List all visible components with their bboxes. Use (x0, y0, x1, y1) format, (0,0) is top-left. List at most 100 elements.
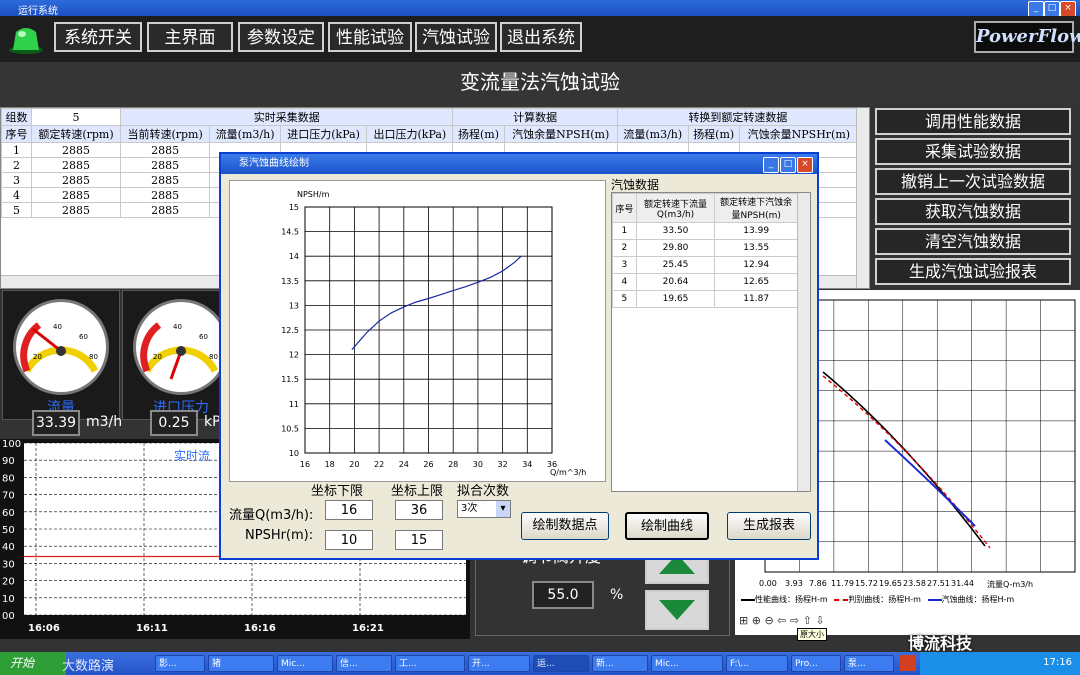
pan-left-icon[interactable]: ⇦ (777, 614, 786, 627)
dialog-title-bar: 泵汽蚀曲线绘制 _ □ × (221, 154, 817, 174)
fit-order-select[interactable]: 3次 ▾ (457, 500, 511, 518)
taskbar-item[interactable]: Mic... (651, 655, 723, 672)
x-tick-label: 26 (423, 460, 433, 469)
minimize-icon[interactable]: _ (1028, 1, 1044, 17)
trend-y-tick: 50 (2, 525, 15, 536)
menu-parameters[interactable]: 参数设定 (238, 22, 324, 52)
watermark-right: 博流科技 (908, 634, 973, 653)
trend-y-tick: 70 (2, 491, 15, 502)
x-tick-label: 30 (473, 460, 483, 469)
dialog-close-icon[interactable]: × (797, 157, 813, 173)
table-row[interactable]: 1 33.50 13.99 (612, 222, 798, 240)
taskbar-item[interactable]: 开... (468, 655, 530, 672)
npsh-plot: 16 18 20 22 24 26 28 30 32 34 361514.51413.51312.5… (281, 190, 586, 477)
flow-min-input[interactable]: 16 (325, 500, 373, 520)
taskbar-item[interactable]: 影... (155, 655, 205, 672)
cell: 2885 (120, 202, 211, 218)
menu-exit[interactable]: 退出系统 (500, 22, 582, 52)
trend-y-tick: 90 (2, 456, 15, 467)
pan-right-icon[interactable]: ⇨ (790, 614, 799, 627)
pan-up-icon[interactable]: ⇧ (803, 614, 812, 627)
x-axis-label: Q/m^3/h (550, 468, 586, 477)
undo-last-test-button[interactable]: 撤销上一次试验数据 (875, 168, 1071, 195)
chevron-down-icon[interactable]: ▾ (496, 501, 510, 517)
y-tick-label: 15 (289, 203, 299, 212)
cavitation-table-scrollbar[interactable] (797, 193, 810, 491)
y-tick-label: 11.5 (281, 375, 299, 384)
cavitation-data-table[interactable]: 序号 额定转速下流量Q(m3/h) 额定转速下汽蚀余量NPSH(m) 1 33.5… (611, 192, 811, 492)
dialog-maximize-icon[interactable]: □ (780, 157, 796, 173)
cell: 2885 (30, 172, 122, 188)
load-performance-data-button[interactable]: 调用性能数据 (875, 108, 1071, 135)
cell: 12.65 (714, 273, 798, 291)
cell: 25.45 (635, 256, 716, 274)
taskbar-item[interactable]: 泵... (844, 655, 894, 672)
menu-system-switch[interactable]: 系统开关 (54, 22, 142, 52)
start-button[interactable]: 开始 (0, 652, 66, 675)
taskbar-item[interactable]: 工... (395, 655, 465, 672)
menu-cavitation-test[interactable]: 汽蚀试验 (415, 22, 497, 52)
trend-y-tick: 80 (2, 473, 15, 484)
taskbar-item[interactable]: F:\... (726, 655, 788, 672)
dialog-minimize-icon[interactable]: _ (763, 157, 779, 173)
taskbar-item[interactable]: Mic... (277, 655, 333, 672)
maximize-icon[interactable]: □ (1044, 1, 1060, 17)
x-tick-label: 16 (300, 460, 310, 469)
generate-cavitation-report-button[interactable]: 生成汽蚀试验报表 (875, 258, 1071, 285)
clear-cavitation-data-button[interactable]: 清空汽蚀数据 (875, 228, 1071, 255)
table-vertical-scrollbar[interactable] (856, 108, 869, 288)
legend-performance: 性能曲线：扬程H-m (755, 595, 828, 604)
y-tick-label: 14.5 (281, 228, 299, 237)
npsh-max-input[interactable]: 15 (395, 530, 443, 550)
valve-down-button[interactable] (645, 590, 709, 630)
flow-value: 33.39 (32, 410, 80, 436)
collect-test-data-button[interactable]: 采集试验数据 (875, 138, 1071, 165)
table-row[interactable]: 2 29.80 13.55 (612, 239, 798, 257)
flow-max-input[interactable]: 36 (395, 500, 443, 520)
x-tick: 31.44 (951, 579, 974, 588)
plot-curve-button[interactable]: 绘制曲线 (625, 512, 709, 540)
trend-x-tick: 16:16 (244, 623, 276, 634)
group-count[interactable]: 5 (30, 108, 122, 126)
menu-main[interactable]: 主界面 (147, 22, 233, 52)
svg-text:20: 20 (153, 353, 162, 361)
y-tick-label: 10.5 (281, 424, 299, 433)
cell: 19.65 (635, 290, 716, 308)
npsh-min-input[interactable]: 10 (325, 530, 373, 550)
cell: 2885 (30, 157, 122, 173)
taskbar-item[interactable]: Pro... (791, 655, 841, 672)
x-tick-label: 22 (374, 460, 384, 469)
plot-points-button[interactable]: 绘制数据点 (521, 512, 609, 540)
col-header: 流量(m3/h) (616, 125, 689, 143)
col-header: 额定转速(rpm) (30, 125, 122, 143)
taskbar-item[interactable]: 新... (592, 655, 648, 672)
cell: 2885 (30, 202, 122, 218)
table-row[interactable]: 3 25.45 12.94 (612, 256, 798, 274)
cell: 3 (612, 256, 637, 274)
table-row[interactable]: 5 19.65 11.87 (612, 290, 798, 308)
taskbar-item[interactable]: 运... (533, 655, 589, 672)
table-row[interactable]: 4 20.64 12.65 (612, 273, 798, 291)
zoom-fit-icon[interactable]: ⊞ (739, 614, 748, 627)
close-icon[interactable]: × (1060, 1, 1076, 17)
zoom-out-icon[interactable]: ⊖ (764, 614, 773, 627)
window-title: 运行系统 (18, 6, 58, 17)
get-cavitation-data-button[interactable]: 获取汽蚀数据 (875, 198, 1071, 225)
cell: 13.55 (714, 239, 798, 257)
flow-unit: m3/h (86, 414, 123, 430)
zoom-in-icon[interactable]: ⊕ (752, 614, 761, 627)
svg-text:20: 20 (33, 353, 42, 361)
pan-down-icon[interactable]: ⇩ (815, 614, 824, 627)
gauge-dial-icon: 20 40 60 80 (20, 322, 99, 373)
cell: 2885 (120, 157, 211, 173)
trend-y-tick: 00 (2, 611, 15, 622)
taskbar-item[interactable]: 信... (336, 655, 392, 672)
cell: 4 (1, 187, 32, 203)
app-tray-icon[interactable] (900, 655, 916, 671)
cell: 2885 (120, 172, 211, 188)
taskbar-item[interactable]: 猪 (208, 655, 274, 672)
generate-report-button[interactable]: 生成报表 (727, 512, 811, 540)
menu-performance-test[interactable]: 性能试验 (328, 22, 412, 52)
valve-opening-value[interactable]: 55.0 (532, 581, 594, 609)
col-header: 流量(m3/h) (209, 125, 281, 143)
